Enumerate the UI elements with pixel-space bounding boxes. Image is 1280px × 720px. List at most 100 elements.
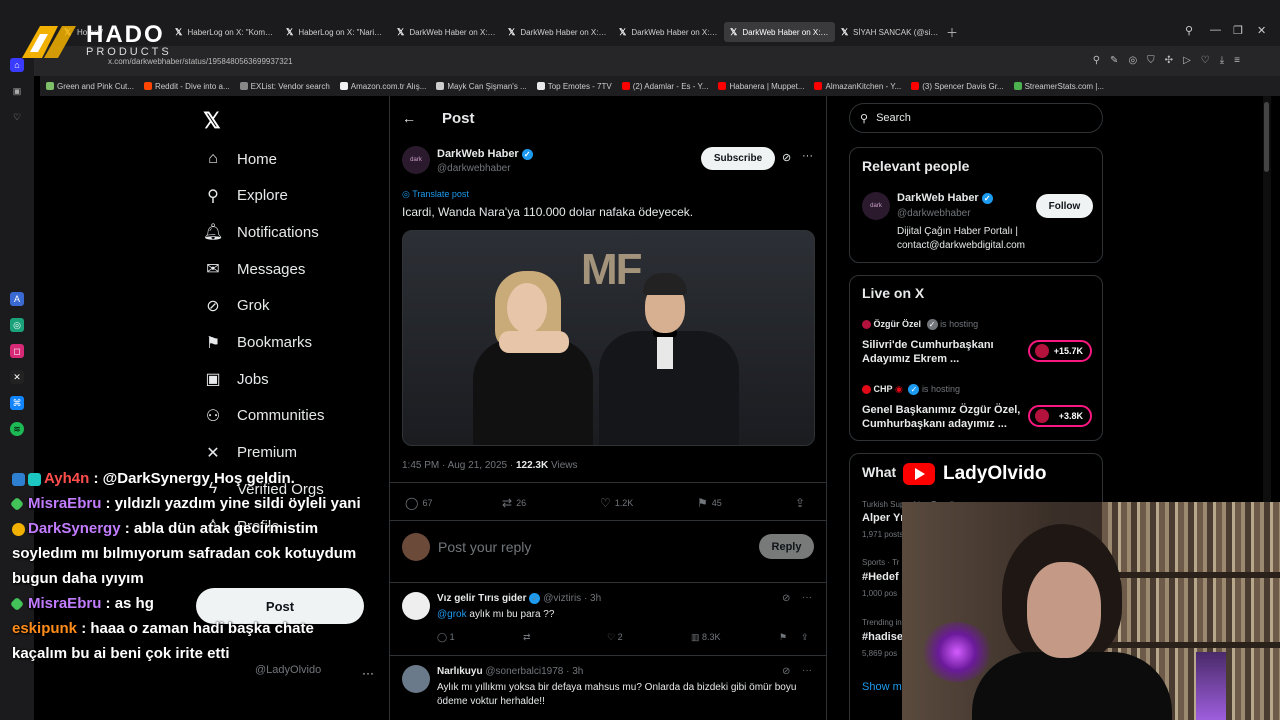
- show-more-link[interactable]: Show m: [862, 681, 902, 693]
- browser-tab[interactable]: 𝕏 DarkWeb Haber on X: "7 y: [613, 22, 724, 42]
- bookmark-item[interactable]: EXList: Vendor search: [239, 82, 330, 91]
- grok-icon[interactable]: ⊘: [782, 593, 790, 604]
- minimize-icon[interactable]: —: [1210, 24, 1221, 36]
- nav-item-messages[interactable]: ✉ Messages: [203, 259, 305, 279]
- new-tab-icon[interactable]: ＋: [946, 24, 958, 41]
- like-action[interactable]: ♡ 2: [607, 632, 623, 643]
- live-title[interactable]: Silivri'de Cumhurbaşkanı Adayımız Ekrem …: [862, 338, 1022, 366]
- reply-action[interactable]: ◯ 1: [437, 632, 455, 643]
- trend-name[interactable]: Alper Yı: [862, 512, 903, 524]
- bookmark-icon[interactable]: ⚑: [779, 632, 787, 643]
- app-a-icon[interactable]: A: [10, 292, 24, 306]
- nav-item-notifications[interactable]: 🔔︎ Notifications: [203, 222, 319, 242]
- reply-button[interactable]: Reply: [759, 534, 814, 559]
- browser-tab[interactable]: 𝕏 HaberLog on X: "Komisyo: [169, 22, 280, 42]
- browser-tab[interactable]: 𝕏 DarkWeb Haber on X: "Ün: [502, 22, 613, 42]
- nav-item-premium[interactable]: ✕ Premium: [203, 443, 297, 463]
- tab-label: DarkWeb Haber on X: "Ad: [409, 27, 496, 37]
- grok-icon[interactable]: ⊘: [782, 151, 791, 164]
- person-name[interactable]: DarkWeb Haber ✓: [897, 192, 993, 204]
- like-action[interactable]: ♡ 1.2K: [600, 496, 633, 510]
- bookmark-item[interactable]: Reddit - Dive into a...: [143, 82, 230, 91]
- tab-search-icon[interactable]: ⚲: [1185, 24, 1193, 37]
- comment-mention[interactable]: @grok: [437, 609, 467, 620]
- live-host[interactable]: CHP ◉ ✓ is hosting: [862, 384, 960, 396]
- play-icon[interactable]: ▷: [1183, 55, 1191, 66]
- comment-author[interactable]: Narlıkuyu @sonerbalci1978 · 3h: [437, 666, 583, 677]
- nav-item-bookmarks[interactable]: ⚑ Bookmarks: [203, 333, 312, 353]
- bookmark-item[interactable]: Mayk Can Şişman's ...: [436, 82, 527, 91]
- nav-item-jobs[interactable]: ▣ Jobs: [203, 369, 268, 389]
- share-icon[interactable]: ⇪: [801, 632, 809, 643]
- spotify-icon[interactable]: ≋: [10, 422, 24, 436]
- bookmark-item[interactable]: Amazon.com.tr Alış...: [339, 82, 426, 91]
- instagram-icon[interactable]: ◻: [10, 344, 24, 358]
- scrollbar-thumb[interactable]: [1264, 102, 1269, 172]
- author-name[interactable]: DarkWeb Haber ✓: [437, 148, 533, 160]
- live-host[interactable]: Özgür Özel ✓ is hosting: [862, 319, 978, 331]
- nav-item-explore[interactable]: ⚲ Explore: [203, 186, 288, 206]
- live-listeners-pill[interactable]: +3.8K: [1028, 405, 1092, 427]
- browser-tab[interactable]: 𝕏SİYAH SANCAK (@siyahsa: [835, 22, 946, 42]
- trend-name[interactable]: #Hedef: [862, 571, 899, 583]
- bookmark-action[interactable]: ⚑ 45: [697, 496, 722, 510]
- views-action[interactable]: ▥ 8.3K: [691, 632, 721, 643]
- nav-item-grok[interactable]: ⊘ Grok: [203, 296, 269, 316]
- comment-author[interactable]: Vız gelir Tırıs gider ✓ @viztiris · 3h: [437, 593, 601, 604]
- zoom-icon[interactable]: ⚲: [1093, 55, 1100, 66]
- browser-tab[interactable]: 𝕏 DarkWeb Haber on X: "Ad: [391, 22, 502, 42]
- post-image[interactable]: MF: [402, 230, 815, 446]
- puzzle-icon[interactable]: ✣: [1165, 55, 1173, 66]
- chatgpt-icon[interactable]: ◎: [10, 318, 24, 332]
- bookmark-item[interactable]: (3) Spencer Davis Gr...: [911, 82, 1004, 91]
- comment-avatar[interactable]: [402, 665, 430, 693]
- bookmark-item[interactable]: (2) Adamlar - Es - Y...: [621, 82, 708, 91]
- more-icon[interactable]: ···: [802, 665, 812, 676]
- reply-action[interactable]: ◯ 67: [405, 496, 432, 510]
- close-window-icon[interactable]: ✕: [1257, 24, 1266, 37]
- comment-avatar[interactable]: [402, 592, 430, 620]
- more-icon[interactable]: ···: [802, 592, 812, 603]
- x-logo-icon[interactable]: 𝕏: [203, 108, 221, 134]
- back-arrow-icon[interactable]: ←: [402, 110, 416, 126]
- heart-shield-icon[interactable]: ♡: [10, 110, 24, 124]
- url-field[interactable]: x.com/darkwebhaber/status/19584805636999…: [108, 53, 1028, 69]
- author-avatar[interactable]: dark: [402, 146, 430, 174]
- account-more-icon[interactable]: ···: [362, 666, 374, 680]
- bookmark-item[interactable]: AlmazanKitchen - Y...: [814, 82, 901, 91]
- bluesky-icon[interactable]: ⌘: [10, 396, 24, 410]
- x-app-icon[interactable]: ✕: [10, 370, 24, 384]
- edit-icon[interactable]: ✎: [1110, 55, 1118, 66]
- reply-input[interactable]: Post your reply: [438, 539, 531, 555]
- bookmark-item[interactable]: Green and Pink Cut...: [46, 82, 134, 91]
- bookmark-item[interactable]: StreamerStats.com |...: [1013, 82, 1104, 91]
- download-icon[interactable]: ⤓: [1220, 55, 1224, 66]
- maximize-icon[interactable]: ❐: [1233, 24, 1243, 37]
- grok-icon[interactable]: ⊘: [782, 666, 790, 677]
- subscribe-button[interactable]: Subscribe: [701, 147, 775, 170]
- trend-name[interactable]: #hadise: [862, 631, 903, 643]
- briefcase-icon[interactable]: ▣: [10, 84, 24, 98]
- live-listeners-pill[interactable]: +15.7K: [1028, 340, 1092, 362]
- camera-icon[interactable]: ◎: [1128, 55, 1137, 66]
- author-handle[interactable]: @darkwebhaber: [437, 163, 511, 174]
- repost-icon[interactable]: ⇄: [523, 632, 531, 643]
- browser-tab[interactable]: 𝕏 HaberLog on X: "Narin Gü: [280, 22, 391, 42]
- share-action[interactable]: ⇪: [795, 496, 805, 510]
- heart-icon[interactable]: ♡: [1201, 55, 1210, 66]
- search-input[interactable]: ⚲ Search: [849, 103, 1103, 133]
- home-app-icon[interactable]: ⌂: [10, 58, 24, 72]
- nav-item-communities[interactable]: ⚇ Communities: [203, 406, 325, 426]
- bookmark-item[interactable]: Top Emotes - 7TV: [536, 82, 612, 91]
- nav-item-home[interactable]: ⌂ Home: [203, 149, 277, 169]
- repost-action[interactable]: ⇄ 26: [502, 496, 526, 510]
- translate-link[interactable]: ◎ Translate post: [402, 189, 469, 200]
- bookmark-item[interactable]: Habanera | Muppet...: [718, 82, 804, 91]
- browser-tab[interactable]: 𝕏 DarkWeb Haber on X: "Ica: [724, 22, 835, 42]
- menu-icon[interactable]: ≡: [1234, 55, 1240, 66]
- shield-icon[interactable]: ⛉: [1147, 55, 1155, 66]
- live-title[interactable]: Genel Başkanımız Özgür Özel, Cumhurbaşka…: [862, 403, 1022, 431]
- more-icon[interactable]: ···: [802, 150, 813, 162]
- follow-button[interactable]: Follow: [1036, 194, 1093, 218]
- person-avatar[interactable]: dark: [862, 192, 890, 220]
